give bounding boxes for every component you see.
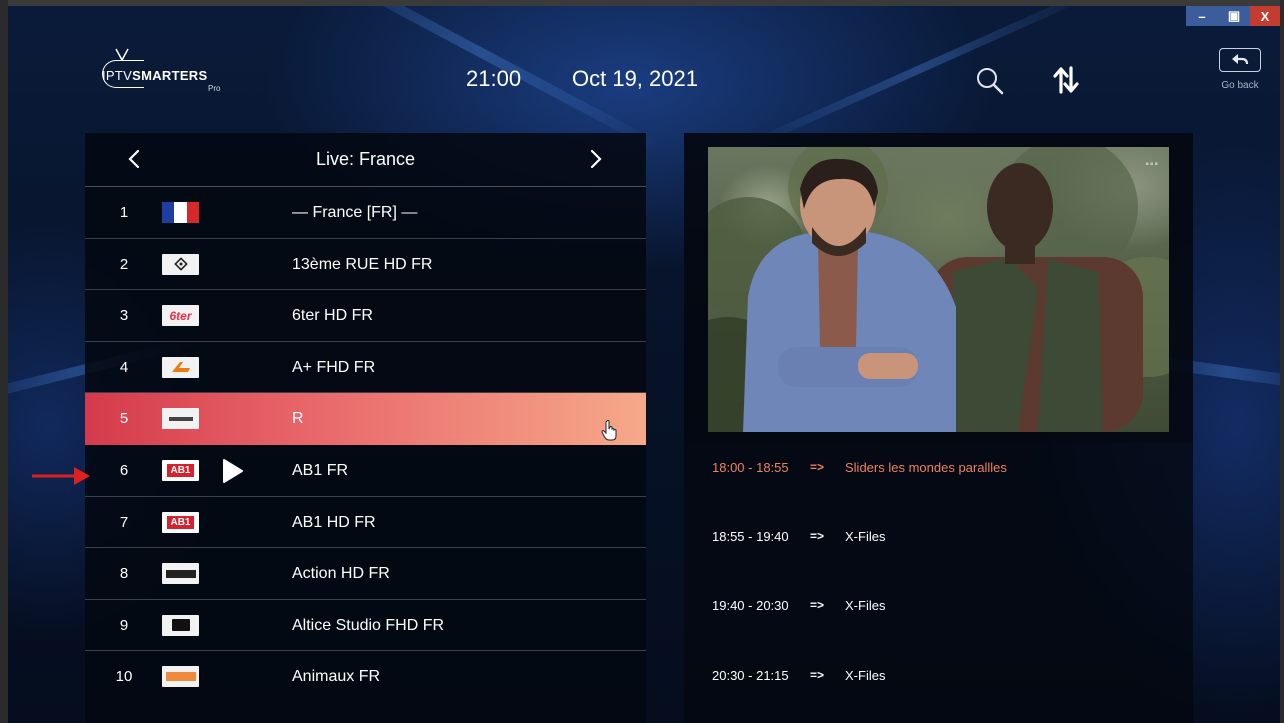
epg-panel: 18:00 - 18:55 => Sliders les mondes para… xyxy=(684,443,1193,723)
video-preview-panel: ▪▪▪ xyxy=(684,133,1193,443)
channel-number: 1 xyxy=(119,204,129,221)
channel-name: Animaux FR xyxy=(292,668,381,686)
channel-row-playing[interactable]: 6 AB1 AB1 FR xyxy=(85,445,646,497)
play-icon xyxy=(223,458,243,483)
epg-arrow: => xyxy=(810,668,825,682)
france-flag-icon xyxy=(162,202,199,223)
action-logo-icon xyxy=(162,563,199,585)
go-back-label: Go back xyxy=(1221,80,1259,91)
epg-title: Sliders les mondes parallles xyxy=(845,460,1007,475)
channel-number: 8 xyxy=(119,565,129,583)
channel-list-panel: Live: France 1 — France [FR] — 2 13ème R… xyxy=(85,133,646,723)
category-header: Live: France xyxy=(85,133,646,187)
go-back-button[interactable]: Go back xyxy=(1216,48,1264,92)
channel-number: 2 xyxy=(119,255,129,273)
6ter-logo-icon: 6ter xyxy=(162,305,199,327)
channel-number: 4 xyxy=(119,358,129,376)
channel-number: 6 xyxy=(119,461,129,479)
channel-name: Altice Studio FHD FR xyxy=(292,616,445,634)
epg-time: 18:55 - 19:40 xyxy=(712,529,789,544)
sort-icon[interactable] xyxy=(1050,64,1082,96)
hand-cursor-icon xyxy=(601,420,617,441)
channel-row[interactable]: 8 Action HD FR xyxy=(85,548,646,600)
channel-name: 6ter HD FR xyxy=(292,307,373,325)
channel-rows: 1 — France [FR] — 2 13ème RUE HD FR 3 6t… xyxy=(85,187,646,703)
video-player[interactable]: ▪▪▪ xyxy=(708,147,1169,432)
channel-row[interactable]: 1 — France [FR] — xyxy=(85,187,646,239)
app-logo: IPTVSMARTERS Pro xyxy=(102,48,227,96)
date: Oct 19, 2021 xyxy=(572,66,698,91)
channel-name: AB1 HD FR xyxy=(292,513,376,531)
epg-arrow: => xyxy=(810,598,825,612)
generic-channel-logo-icon xyxy=(162,408,199,430)
animaux-logo-icon xyxy=(162,666,199,688)
epg-arrow: => xyxy=(810,460,825,474)
channel-number: 3 xyxy=(119,307,129,325)
close-button[interactable]: X xyxy=(1250,6,1280,26)
epg-title: X-Files xyxy=(845,668,886,683)
epg-arrow: => xyxy=(810,529,825,543)
channel-name: R xyxy=(292,410,304,428)
ab1-logo-icon: AB1 xyxy=(162,459,199,481)
channel-number: 5 xyxy=(119,410,129,428)
channel-name: A+ FHD FR xyxy=(292,358,376,376)
channel-number: 9 xyxy=(119,616,129,634)
channel-name: Action HD FR xyxy=(292,565,390,583)
channel-row[interactable]: 3 6ter 6ter HD FR xyxy=(85,290,646,342)
channel-row[interactable]: 7 AB1 AB1 HD FR xyxy=(85,497,646,549)
restore-button[interactable]: ▣ xyxy=(1218,6,1250,26)
epg-title: X-Files xyxy=(845,598,886,613)
video-frame-image xyxy=(708,147,1169,432)
broadcaster-watermark-icon: ▪▪▪ xyxy=(1145,159,1159,170)
window-controls: – ▣ X xyxy=(1186,6,1280,26)
channel-name: AB1 FR xyxy=(292,461,349,479)
channel-number: 10 xyxy=(115,668,133,686)
category-title: Live: France xyxy=(315,149,416,169)
epg-title: X-Files xyxy=(845,529,886,544)
clock: 21:00 xyxy=(466,66,522,91)
logo-pro: Pro xyxy=(208,84,221,93)
window-right-border xyxy=(1280,0,1284,723)
logo-smarters: SMARTERS xyxy=(132,68,208,83)
altice-logo-icon xyxy=(162,614,199,636)
chevron-right-icon[interactable] xyxy=(583,147,607,171)
epg-time: 18:00 - 18:55 xyxy=(712,460,789,475)
channel-name: 13ème RUE HD FR xyxy=(292,255,433,273)
ab1-logo-icon: AB1 xyxy=(162,511,199,533)
channel-row[interactable]: 9 Altice Studio FHD FR xyxy=(85,600,646,652)
channel-number: 7 xyxy=(119,513,129,531)
window-left-border xyxy=(0,0,8,723)
channel-row[interactable]: 10 Animaux FR xyxy=(85,651,646,703)
channel-row[interactable]: 2 13ème RUE HD FR xyxy=(85,239,646,291)
logo-iptv: IPTV xyxy=(102,68,133,83)
back-arrow-icon xyxy=(1232,54,1249,65)
channel-name: — France [FR] — xyxy=(292,204,418,221)
epg-time: 19:40 - 20:30 xyxy=(712,598,789,613)
aplus-logo-icon xyxy=(162,356,199,378)
red-arrow-indicator-icon xyxy=(32,467,90,485)
search-icon[interactable] xyxy=(975,66,1005,96)
channel-row-selected[interactable]: 5 R xyxy=(85,393,646,445)
minimize-button[interactable]: – xyxy=(1186,6,1218,26)
channel-row[interactable]: 4 A+ FHD FR xyxy=(85,342,646,394)
epg-time: 20:30 - 21:15 xyxy=(712,668,789,683)
13eme-rue-logo-icon xyxy=(162,253,199,275)
